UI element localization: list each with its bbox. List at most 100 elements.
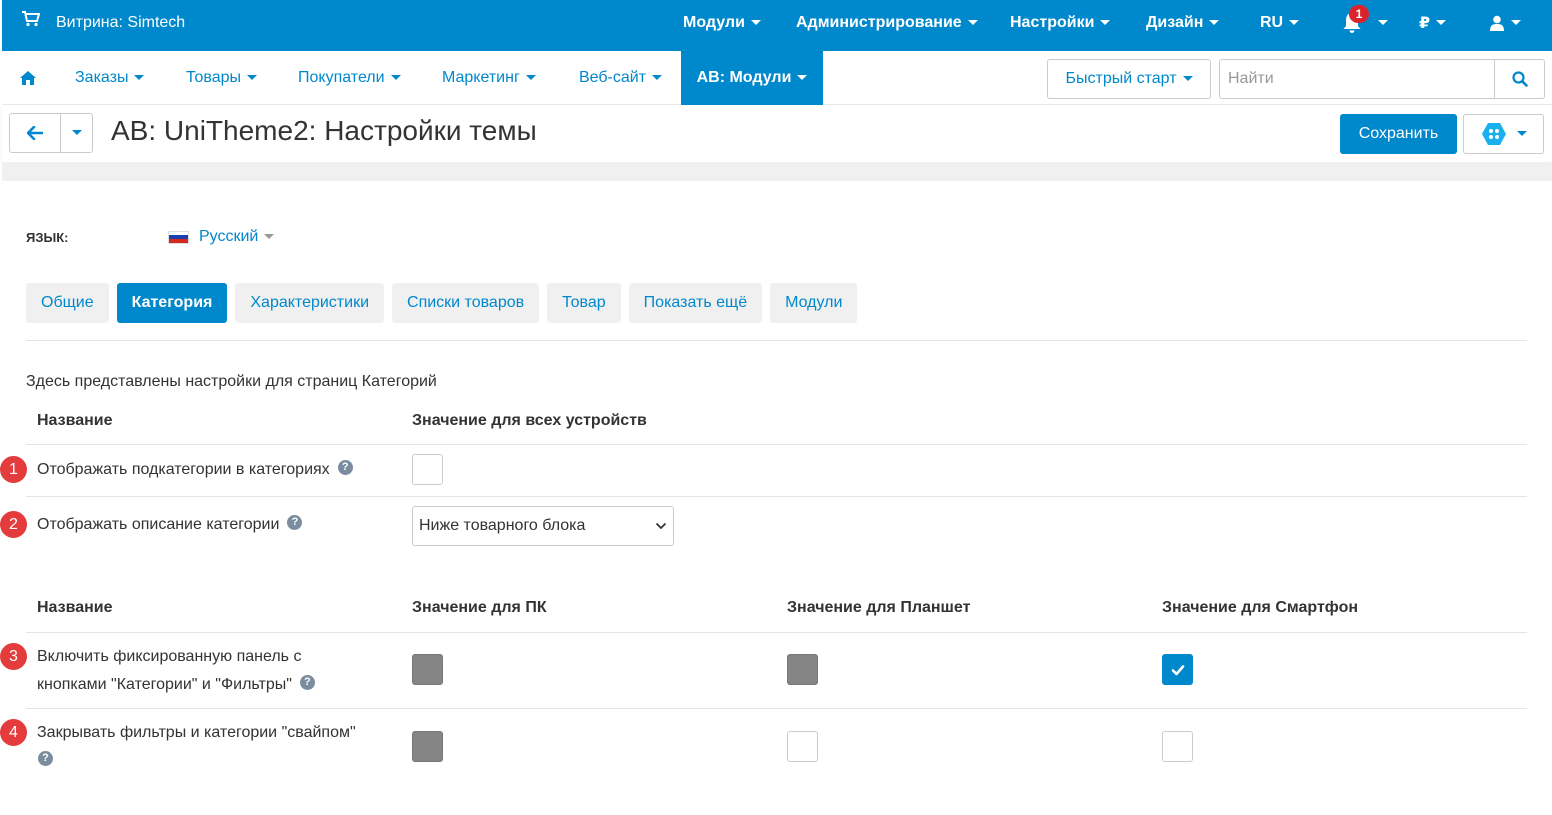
topnav-label: Модули: [683, 14, 745, 31]
nav-customers[interactable]: Покупатели: [298, 51, 401, 105]
save-button[interactable]: Сохранить: [1340, 114, 1457, 154]
caret-down-icon: [1100, 19, 1111, 25]
step-marker: 1: [0, 456, 27, 483]
select-value: Ниже товарного блока: [419, 517, 586, 534]
step-marker: 4: [0, 719, 27, 746]
table-divider: [26, 632, 1527, 633]
tab-product-lists[interactable]: Списки товаров: [392, 283, 540, 323]
table1-header-all-devices: Значение для всех устройств: [412, 412, 647, 429]
table2-header-phone: Значение для Смартфон: [1162, 599, 1359, 616]
tab-addons[interactable]: Модули: [770, 283, 858, 323]
caret-down-icon: [750, 19, 761, 25]
category-description-select[interactable]: Ниже товарного блока: [412, 506, 674, 546]
setting-label-line: кнопками "Категории" и "Фильтры": [37, 676, 292, 693]
nav-label: Веб-сайт: [579, 69, 647, 86]
quick-start-button[interactable]: Быстрый старт: [1047, 59, 1211, 99]
storefront-selector[interactable]: Витрина: Simtech: [22, 0, 185, 46]
fixed-panel-pc-checkbox: [412, 654, 443, 685]
nav-ab-addons[interactable]: AB: Модули: [681, 51, 823, 105]
language-label: ЯЗЫК:: [26, 230, 69, 245]
tab-show-more[interactable]: Показать ещё: [628, 283, 763, 323]
user-icon: [1490, 15, 1504, 31]
settings-tabs: Общие Категория Характеристики Списки то…: [26, 283, 858, 323]
tab-features[interactable]: Характеристики: [235, 283, 385, 323]
setting-label-text: Закрывать фильтры и категории "свайпом": [37, 724, 356, 741]
nav-label: AB: Модули: [696, 69, 792, 86]
nav-website[interactable]: Веб-сайт: [579, 51, 663, 105]
language-selector[interactable]: Русский: [168, 228, 275, 246]
back-button[interactable]: [10, 114, 61, 152]
caret-down-icon: [652, 74, 663, 80]
help-icon[interactable]: ?: [299, 675, 315, 691]
topnav-label: Администрирование: [796, 14, 962, 31]
nav-orders[interactable]: Заказы: [75, 51, 145, 105]
help-icon[interactable]: ?: [337, 460, 353, 476]
check-icon: [1171, 664, 1184, 675]
swipe-close-phone-checkbox[interactable]: [1162, 731, 1193, 762]
table-divider: [26, 444, 1527, 445]
table-divider: [26, 708, 1527, 709]
topnav-addons[interactable]: Модули: [683, 0, 761, 46]
setting-label-category-description: Отображать описание категории?: [37, 511, 303, 539]
notification-badge: 1: [1349, 5, 1369, 23]
nav-label: Маркетинг: [442, 69, 520, 86]
cart-icon: [22, 11, 40, 27]
quick-start-label: Быстрый старт: [1065, 70, 1177, 87]
show-subcategories-checkbox[interactable]: [412, 454, 443, 485]
table-divider: [26, 496, 1527, 497]
step-marker: 3: [0, 643, 27, 670]
caret-down-icon: [1289, 19, 1300, 25]
topnav-administration[interactable]: Администрирование: [796, 0, 978, 46]
setting-label-show-subcategories: Отображать подкатегории в категориях?: [37, 456, 353, 484]
search-button[interactable]: [1494, 60, 1544, 98]
nav-label: Заказы: [75, 69, 129, 86]
help-icon[interactable]: ?: [38, 751, 53, 767]
section-description: Здесь представлены настройки для страниц…: [26, 373, 437, 390]
help-wrap: ?: [37, 747, 356, 775]
tabs-divider: [26, 340, 1527, 341]
caret-down-icon: [71, 129, 82, 135]
fixed-panel-tablet-checkbox: [787, 654, 818, 685]
caret-down-icon: [1209, 19, 1220, 25]
table1-header-name: Название: [37, 412, 113, 429]
russia-flag-icon: [168, 230, 189, 244]
nav-label: Покупатели: [298, 69, 385, 86]
topnav-user[interactable]: [1489, 0, 1521, 46]
topnav-notifications[interactable]: [1372, 0, 1388, 46]
tab-product[interactable]: Товар: [547, 283, 621, 323]
nav-products[interactable]: Товары: [186, 51, 258, 105]
setting-label-text: Отображать описание категории: [37, 516, 280, 533]
setting-label-line-wrap: кнопками "Категории" и "Фильтры"?: [37, 671, 315, 699]
search-input[interactable]: [1220, 60, 1496, 98]
caret-down-icon: [1378, 19, 1388, 25]
setting-label-text: Отображать подкатегории в категориях: [37, 461, 330, 478]
caret-down-icon: [797, 74, 808, 80]
nav-home[interactable]: [19, 51, 37, 105]
storefront-label: Витрина: Simtech: [56, 14, 186, 31]
caret-down-icon: [390, 74, 401, 80]
swipe-close-tablet-checkbox[interactable]: [787, 731, 818, 762]
top-bar: Витрина: Simtech Модули Администрировани…: [2, 0, 1552, 51]
tab-category[interactable]: Категория: [116, 283, 228, 323]
caret-down-icon: [1182, 75, 1193, 81]
addon-menu-button[interactable]: [1463, 114, 1544, 154]
topnav-design[interactable]: Дизайн: [1146, 0, 1220, 46]
topnav-language[interactable]: RU: [1260, 0, 1300, 46]
fixed-panel-phone-checkbox[interactable]: [1162, 654, 1193, 685]
chevron-down-icon: [655, 522, 667, 530]
addon-logo-icon: [1481, 123, 1506, 145]
nav-label: Товары: [186, 69, 242, 86]
topnav-label: RU: [1260, 14, 1284, 31]
history-dropdown-button[interactable]: [61, 114, 92, 152]
step-marker: 2: [0, 511, 27, 538]
language-value: Русский: [199, 228, 259, 245]
topnav-settings[interactable]: Настройки: [1010, 0, 1111, 46]
caret-down-icon: [247, 74, 258, 80]
nav-marketing[interactable]: Маркетинг: [442, 51, 536, 105]
topnav-currency[interactable]: ₽: [1419, 0, 1447, 46]
help-icon[interactable]: ?: [287, 515, 303, 531]
caret-down-icon: [1516, 130, 1527, 136]
toolbar-separator: [2, 163, 1552, 181]
tab-general[interactable]: Общие: [26, 283, 109, 323]
caret-down-icon: [525, 74, 536, 80]
